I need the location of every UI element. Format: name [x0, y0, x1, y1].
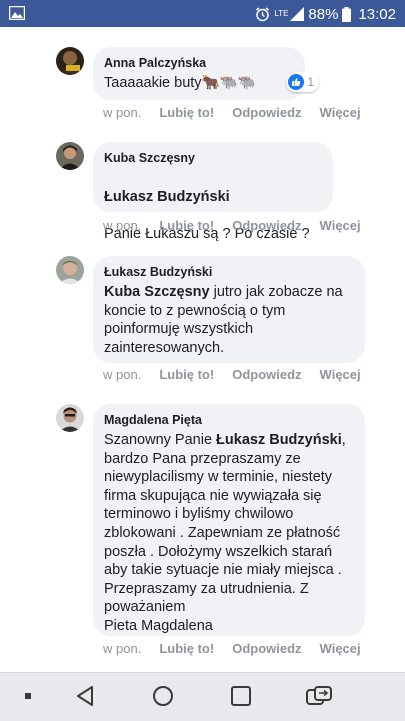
- mention-link[interactable]: Łukasz Budzyński: [104, 189, 230, 205]
- avatar[interactable]: [56, 142, 84, 170]
- more-button[interactable]: Więcej: [320, 641, 361, 657]
- thumbs-up-icon: [288, 74, 305, 90]
- reply-button[interactable]: Odpowiedz: [232, 105, 301, 121]
- comment-actions: w pon. Lubię to! Odpowiedz Więcej: [103, 105, 361, 121]
- comment-text: , bardzo Pana przepraszamy ze niewyplaci…: [104, 432, 346, 634]
- avatar[interactable]: [56, 256, 84, 284]
- gallery-notification-icon: [9, 6, 25, 20]
- signal-icon: [290, 7, 305, 21]
- comment-text-intro: Szanowny Panie: [104, 432, 217, 448]
- more-button[interactable]: Więcej: [320, 105, 361, 121]
- mention-link[interactable]: Kuba Szczęsny: [104, 284, 210, 300]
- reply-button[interactable]: Odpowiedz: [232, 641, 301, 657]
- comment-body: Szanowny Panie Łukasz Budzyński, bardzo …: [104, 431, 353, 636]
- home-button[interactable]: [152, 685, 174, 707]
- status-bar: LTE 88% 13:02: [0, 0, 405, 27]
- comment-actions: w pon. Lubię to! Odpowiedz Więcej: [103, 367, 361, 383]
- like-button[interactable]: Lubię to!: [159, 641, 214, 657]
- battery-icon: [342, 6, 352, 22]
- comment-author[interactable]: Magdalena Pięta: [104, 412, 353, 428]
- comment-bubble[interactable]: Kuba Szczęsny Łukasz Budzyński Panie Łuk…: [93, 142, 333, 242]
- comment-text: Taaaaakie buty🐂🐃🐃: [104, 75, 256, 91]
- dot-icon: [25, 693, 31, 699]
- reply-button[interactable]: Odpowiedz: [232, 367, 301, 383]
- avatar[interactable]: [56, 404, 84, 432]
- recents-button[interactable]: [231, 686, 251, 706]
- back-button[interactable]: [75, 685, 95, 707]
- reply-button[interactable]: Odpowiedz: [232, 218, 301, 234]
- more-button[interactable]: Więcej: [320, 218, 361, 234]
- avatar-image: [56, 256, 84, 284]
- avatar-image: [56, 142, 84, 170]
- switch-app-icon[interactable]: [306, 686, 332, 706]
- mention-link[interactable]: Łukasz Budzyński: [216, 432, 342, 448]
- like-button[interactable]: Lubię to!: [159, 105, 214, 121]
- alarm-icon: [256, 6, 270, 21]
- avatar[interactable]: [56, 47, 84, 75]
- avatar-image: [56, 404, 84, 432]
- like-button[interactable]: Lubię to!: [159, 367, 214, 383]
- like-button[interactable]: Lubię to!: [159, 218, 214, 234]
- comment-author[interactable]: Łukasz Budzyński: [104, 264, 353, 280]
- reaction-count: 1: [307, 75, 314, 89]
- navigation-bar: [0, 672, 405, 721]
- network-type-label: LTE: [274, 9, 289, 18]
- comment-time[interactable]: w pon.: [103, 641, 141, 657]
- avatar-image: [56, 47, 84, 75]
- comment-time[interactable]: w pon.: [103, 218, 141, 234]
- comment-author[interactable]: Kuba Szczęsny: [104, 150, 321, 166]
- reaction-badge[interactable]: 1: [286, 72, 319, 92]
- comment-bubble[interactable]: Łukasz Budzyński Kuba Szczęsny jutro jak…: [93, 256, 365, 363]
- comment-time[interactable]: w pon.: [103, 367, 141, 383]
- comment-author[interactable]: Anna Palczyńska: [104, 55, 293, 71]
- clock: 13:02: [358, 5, 396, 23]
- comment-bubble[interactable]: Anna Palczyńska Taaaaakie buty🐂🐃🐃 1: [93, 47, 319, 100]
- comment-actions: w pon. Lubię to! Odpowiedz Więcej: [103, 641, 361, 657]
- more-button[interactable]: Więcej: [320, 367, 361, 383]
- comment-bubble[interactable]: Magdalena Pięta Szanowny Panie Łukasz Bu…: [93, 404, 365, 636]
- battery-percent: 88%: [308, 5, 339, 23]
- comment-actions: w pon. Lubię to! Odpowiedz Więcej: [103, 218, 361, 234]
- comment-time[interactable]: w pon.: [103, 105, 141, 121]
- status-icons: LTE 88% 13:02: [255, 4, 396, 24]
- comment-body: Kuba Szczęsny jutro jak zobacze na konci…: [104, 283, 353, 357]
